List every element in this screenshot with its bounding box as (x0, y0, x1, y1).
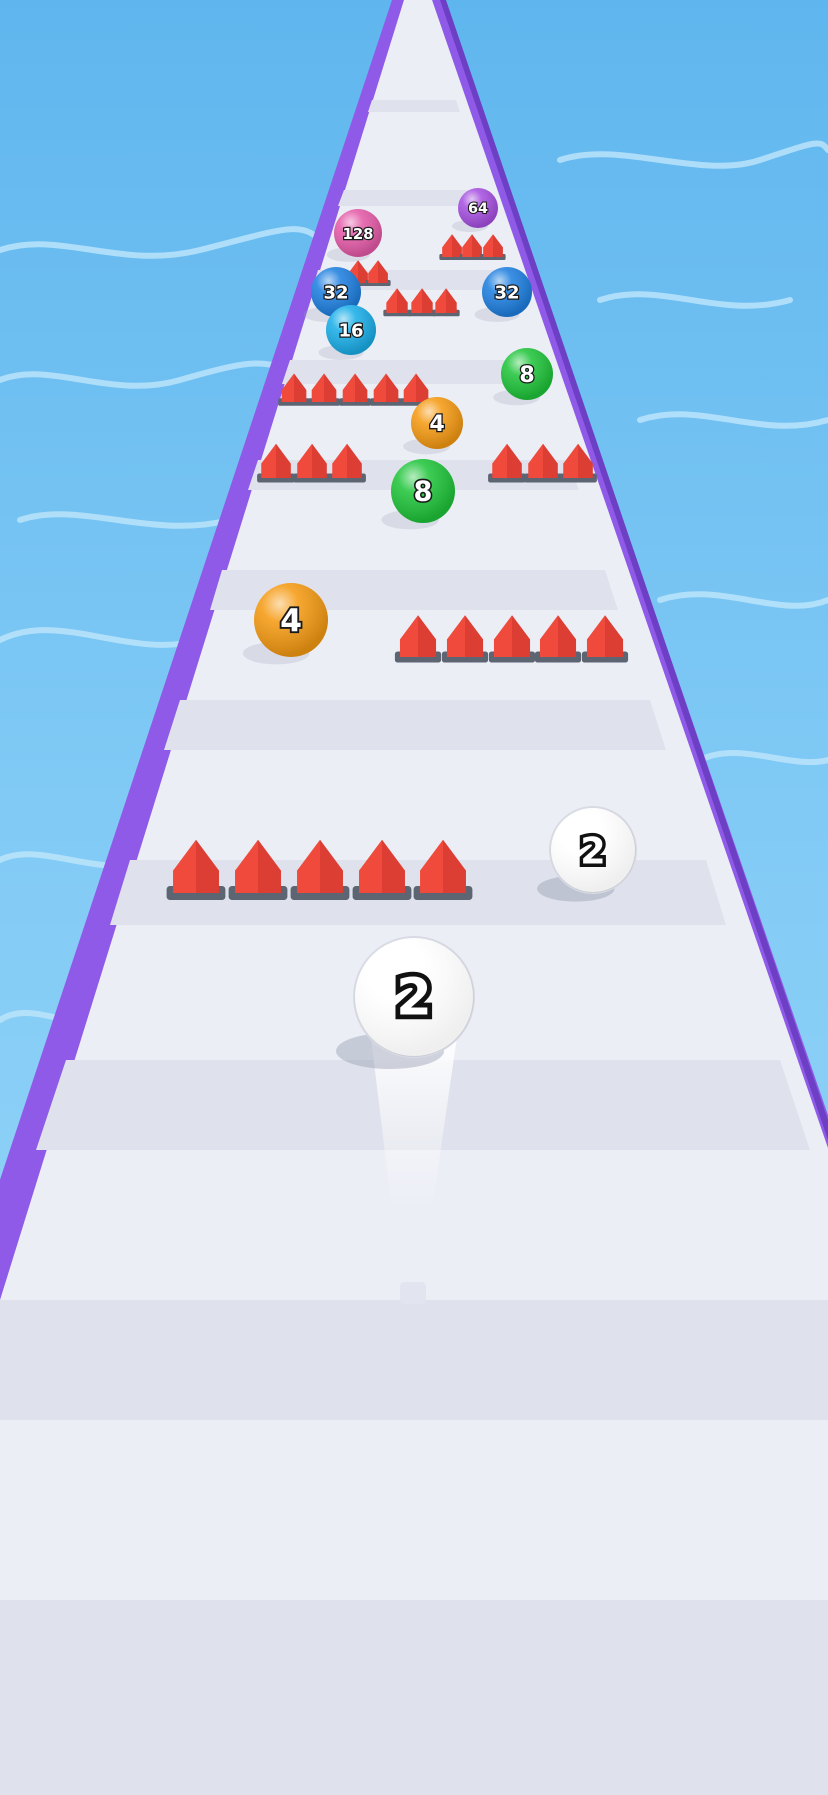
ball-number: 64 (468, 201, 488, 217)
ball-number: 4 (429, 411, 444, 437)
ball-number: 4 (280, 603, 302, 639)
ball-number: 8 (519, 362, 534, 388)
ball-number: 32 (323, 283, 348, 304)
ball-number: 32 (494, 283, 519, 304)
ball-number: 2 (580, 830, 605, 873)
ball-number: 2 (396, 969, 432, 1028)
track-marker (400, 1282, 426, 1304)
ball-number: 16 (338, 321, 363, 342)
ball-number: 128 (342, 225, 373, 243)
game-scene[interactable]: 64 128 32 32 16 8 4 8 4 2 2 (0, 0, 828, 1795)
ball-number: 8 (414, 477, 433, 508)
